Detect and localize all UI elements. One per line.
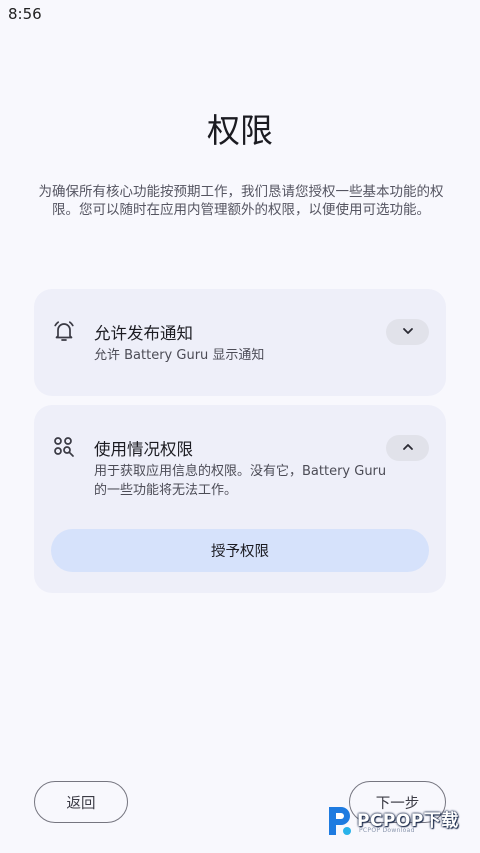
apps-search-icon xyxy=(52,435,76,459)
collapse-button[interactable] xyxy=(386,435,429,461)
page-title: 权限 xyxy=(207,111,273,150)
back-button[interactable]: 返回 xyxy=(34,781,128,823)
permission-subtitle: 用于获取应用信息的权限。没有它，Battery Guru 的一些功能将无法工作。 xyxy=(94,464,387,498)
status-time: 8:56 xyxy=(8,5,42,23)
permission-title: 允许发布通知 xyxy=(94,324,193,343)
chevron-down-icon xyxy=(401,323,415,342)
expand-button[interactable] xyxy=(386,319,429,345)
permission-card-notifications[interactable]: 允许发布通知 允许 Battery Guru 显示通知 xyxy=(34,289,446,396)
permission-subtitle: 允许 Battery Guru 显示通知 xyxy=(94,348,265,363)
chevron-up-icon xyxy=(401,439,415,458)
watermark-tagline: PCPOP Download xyxy=(359,827,415,834)
permissions-screen: 8:56 权限 为确保所有核心功能按预期工作，我们恳请您授权一些基本功能的权限。… xyxy=(0,0,480,853)
status-bar: 8:56 xyxy=(0,0,480,28)
watermark-logo-icon xyxy=(325,803,355,843)
watermark: PCPOP下载 PCPOP Download xyxy=(323,803,473,841)
bell-icon xyxy=(52,319,76,343)
grant-permission-button[interactable]: 授予权限 xyxy=(51,529,429,572)
permission-card-usage-access: 使用情况权限 用于获取应用信息的权限。没有它，Battery Guru 的一些功… xyxy=(34,405,446,593)
permission-title: 使用情况权限 xyxy=(94,440,193,459)
page-description: 为确保所有核心功能按预期工作，我们恳请您授权一些基本功能的权限。您可以随时在应用… xyxy=(38,184,444,218)
